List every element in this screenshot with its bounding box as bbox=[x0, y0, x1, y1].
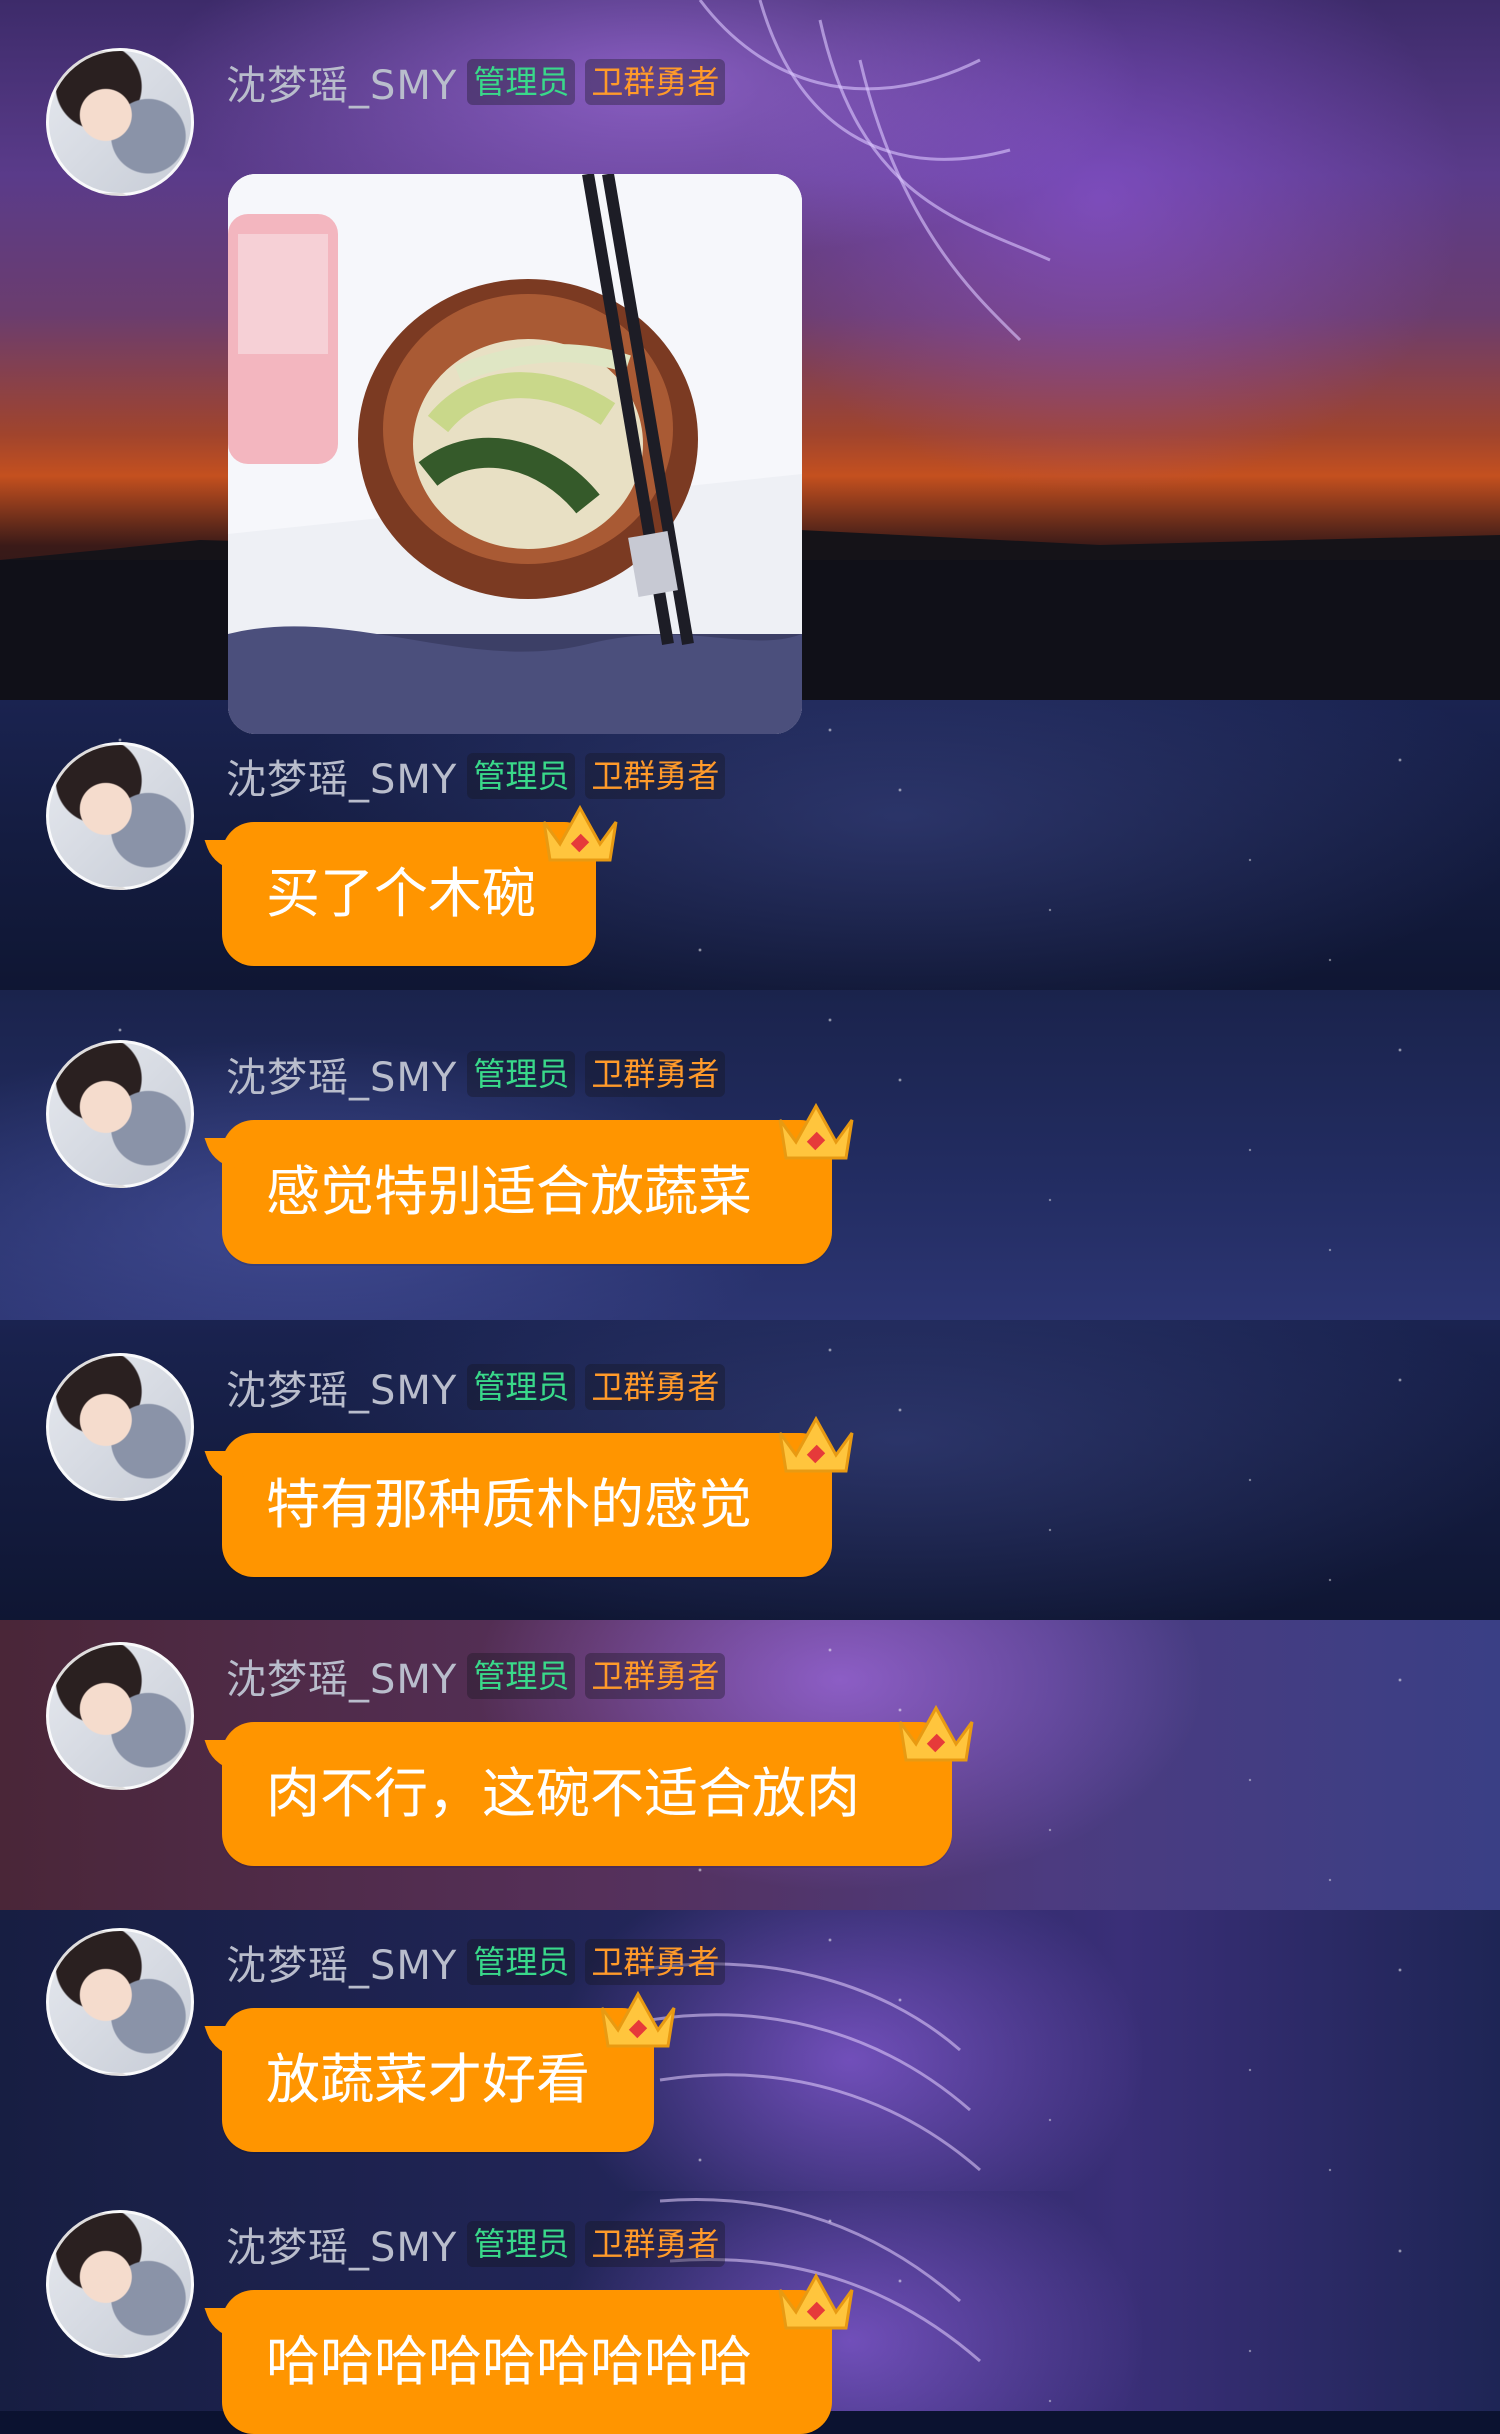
message-bubble[interactable]: 感觉特别适合放蔬菜 bbox=[222, 1120, 832, 1264]
image-bubble[interactable] bbox=[228, 174, 802, 734]
guard-badge: 卫群勇者 bbox=[585, 1364, 726, 1410]
avatar[interactable] bbox=[46, 1928, 194, 2076]
avatar[interactable] bbox=[46, 742, 194, 890]
crown-icon bbox=[600, 1990, 676, 2048]
admin-badge: 管理员 bbox=[467, 2221, 576, 2267]
sender-info: 沈梦瑶_SMY 管理员 卫群勇者 bbox=[226, 58, 726, 109]
crown-icon bbox=[898, 1704, 974, 1762]
food-photo-icon bbox=[228, 174, 802, 734]
sender-info: 沈梦瑶_SMY 管理员 卫群勇者 bbox=[226, 1938, 726, 1989]
username[interactable]: 沈梦瑶_SMY bbox=[226, 1358, 457, 1416]
admin-badge: 管理员 bbox=[467, 59, 576, 105]
admin-badge: 管理员 bbox=[467, 753, 576, 799]
admin-badge: 管理员 bbox=[467, 1653, 576, 1699]
guard-badge: 卫群勇者 bbox=[585, 753, 726, 799]
sender-info: 沈梦瑶_SMY 管理员 卫群勇者 bbox=[226, 1652, 726, 1703]
guard-badge: 卫群勇者 bbox=[585, 59, 726, 105]
avatar[interactable] bbox=[46, 1040, 194, 1188]
sender-info: 沈梦瑶_SMY 管理员 卫群勇者 bbox=[226, 1363, 726, 1414]
username[interactable]: 沈梦瑶_SMY bbox=[226, 1933, 457, 1991]
admin-badge: 管理员 bbox=[467, 1939, 576, 1985]
avatar[interactable] bbox=[46, 1353, 194, 1501]
username[interactable]: 沈梦瑶_SMY bbox=[226, 53, 457, 111]
sender-info: 沈梦瑶_SMY 管理员 卫群勇者 bbox=[226, 752, 726, 803]
avatar[interactable] bbox=[46, 2210, 194, 2358]
message-bubble[interactable]: 哈哈哈哈哈哈哈哈哈 bbox=[222, 2290, 832, 2434]
guard-badge: 卫群勇者 bbox=[585, 2221, 726, 2267]
avatar[interactable] bbox=[46, 48, 194, 196]
guard-badge: 卫群勇者 bbox=[585, 1051, 726, 1097]
message-bubble[interactable]: 特有那种质朴的感觉 bbox=[222, 1433, 832, 1577]
message-bubble[interactable]: 肉不行，这碗不适合放肉 bbox=[222, 1722, 952, 1866]
crown-icon bbox=[778, 2272, 854, 2330]
username[interactable]: 沈梦瑶_SMY bbox=[226, 1045, 457, 1103]
crown-icon bbox=[542, 804, 618, 862]
sender-info: 沈梦瑶_SMY 管理员 卫群勇者 bbox=[226, 1050, 726, 1101]
crown-icon bbox=[778, 1102, 854, 1160]
crown-icon bbox=[778, 1415, 854, 1473]
username[interactable]: 沈梦瑶_SMY bbox=[226, 747, 457, 805]
guard-badge: 卫群勇者 bbox=[585, 1939, 726, 1985]
message-bubble[interactable]: 放蔬菜才好看 bbox=[222, 2008, 654, 2152]
avatar[interactable] bbox=[46, 1642, 194, 1790]
admin-badge: 管理员 bbox=[467, 1051, 576, 1097]
username[interactable]: 沈梦瑶_SMY bbox=[226, 2215, 457, 2273]
username[interactable]: 沈梦瑶_SMY bbox=[226, 1647, 457, 1705]
guard-badge: 卫群勇者 bbox=[585, 1653, 726, 1699]
sender-info: 沈梦瑶_SMY 管理员 卫群勇者 bbox=[226, 2220, 726, 2271]
admin-badge: 管理员 bbox=[467, 1364, 576, 1410]
